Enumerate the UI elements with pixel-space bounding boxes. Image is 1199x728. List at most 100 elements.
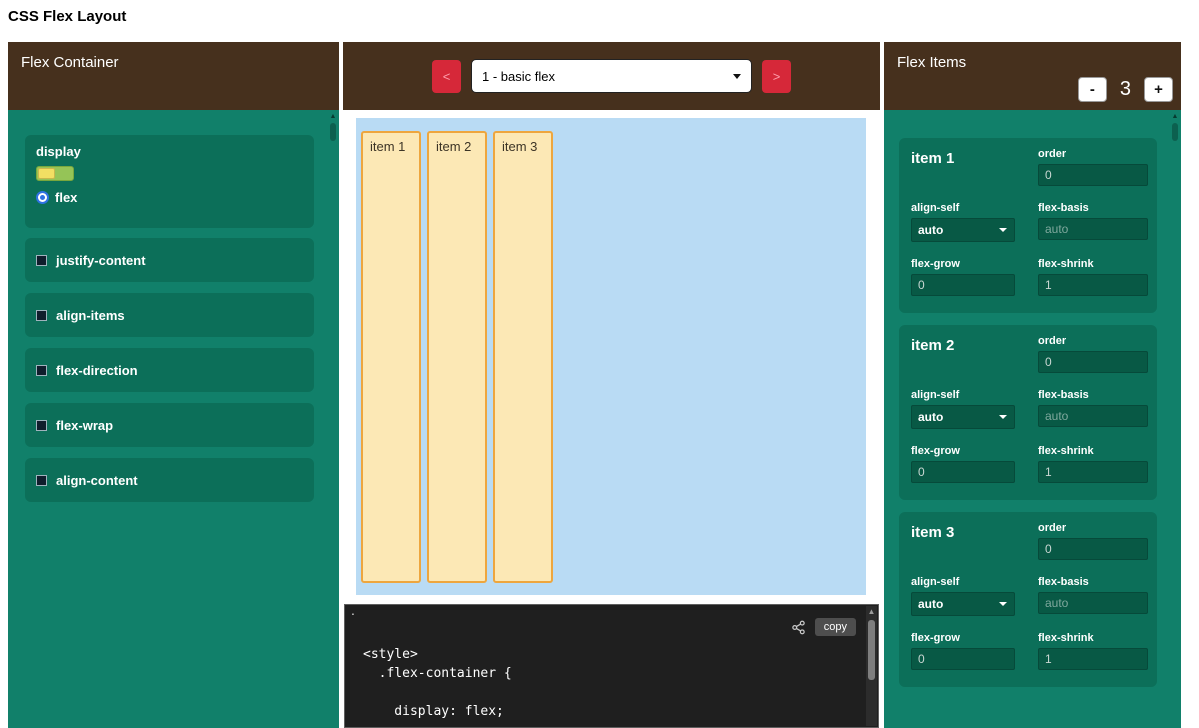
flex-shrink-label: flex-shrink xyxy=(1038,258,1148,270)
align-content-checkbox[interactable] xyxy=(36,475,47,486)
align-self-select-wrap: auto xyxy=(911,218,1015,242)
item-card-title: item 3 xyxy=(911,522,1038,541)
item-count-controls: - 3 + xyxy=(1078,77,1173,102)
page: CSS Flex Layout Flex Container display f… xyxy=(0,0,1199,728)
property-card-flex-wrap[interactable]: flex-wrap xyxy=(25,403,314,447)
align-self-select[interactable]: auto xyxy=(912,406,1014,428)
flex-basis-input[interactable] xyxy=(1038,592,1148,614)
flex-grow-label: flex-grow xyxy=(911,632,1038,644)
flex-shrink-input[interactable] xyxy=(1038,274,1148,296)
flex-direction-label: flex-direction xyxy=(56,363,138,378)
code-bullet: . xyxy=(351,602,355,618)
item-card-1: item 1 order align-self auto xyxy=(899,138,1157,313)
property-card-flex-direction[interactable]: flex-direction xyxy=(25,348,314,392)
align-self-select[interactable]: auto xyxy=(912,219,1014,241)
justify-content-checkbox[interactable] xyxy=(36,255,47,266)
flex-shrink-input[interactable] xyxy=(1038,461,1148,483)
add-item-button[interactable]: + xyxy=(1144,77,1173,102)
flex-grow-input[interactable] xyxy=(911,648,1015,670)
item-card-2: item 2 order align-self auto xyxy=(899,325,1157,500)
property-card-align-items[interactable]: align-items xyxy=(25,293,314,337)
flex-radio[interactable] xyxy=(36,191,49,204)
flex-container-panel: Flex Container display flex justify-cont… xyxy=(8,42,339,728)
display-toggle[interactable] xyxy=(36,166,74,181)
flex-container-body: display flex justify-content align-items xyxy=(8,110,339,728)
flex-radio-row[interactable]: flex xyxy=(36,190,303,205)
flex-container-title: Flex Container xyxy=(21,54,119,71)
order-input[interactable] xyxy=(1038,351,1148,373)
flex-grow-label: flex-grow xyxy=(911,258,1038,270)
flex-grow-input[interactable] xyxy=(911,461,1015,483)
code-content: <style> .flex-container { display: flex; xyxy=(363,645,512,721)
flex-shrink-label: flex-shrink xyxy=(1038,445,1148,457)
code-scroll-thumb[interactable] xyxy=(868,620,875,680)
flex-items-panel: Flex Items - 3 + item 1 order xyxy=(884,42,1181,728)
justify-content-label: justify-content xyxy=(56,253,146,268)
flex-item-2: item 2 xyxy=(427,131,487,583)
code-line xyxy=(363,683,512,702)
align-self-select[interactable]: auto xyxy=(912,593,1014,615)
order-label: order xyxy=(1038,335,1148,347)
next-example-button[interactable]: > xyxy=(762,60,791,93)
flex-radio-label: flex xyxy=(55,190,77,205)
scroll-up-icon[interactable]: ▲ xyxy=(328,112,338,122)
flex-items-body: item 1 order align-self auto xyxy=(884,110,1181,728)
item-count: 3 xyxy=(1120,78,1131,101)
flex-container-header: Flex Container xyxy=(8,42,339,110)
align-self-select-wrap: auto xyxy=(911,592,1015,616)
left-panel-scrollbar[interactable]: ▲ xyxy=(328,112,338,726)
flex-item-label: item 2 xyxy=(436,139,471,154)
item-card-title: item 2 xyxy=(911,335,1038,354)
flex-container-preview: item 1 item 2 item 3 xyxy=(356,118,866,595)
code-line: .flex-container { xyxy=(363,664,512,683)
prev-example-button[interactable]: < xyxy=(432,60,461,93)
flex-grow-input[interactable] xyxy=(911,274,1015,296)
flex-item-1: item 1 xyxy=(361,131,421,583)
remove-item-button[interactable]: - xyxy=(1078,77,1107,102)
flex-grow-label: flex-grow xyxy=(911,445,1038,457)
flex-item-label: item 1 xyxy=(370,139,405,154)
flex-direction-checkbox[interactable] xyxy=(36,365,47,376)
flex-items-title: Flex Items xyxy=(897,54,966,71)
scroll-up-icon[interactable]: ▲ xyxy=(1170,112,1180,122)
share-icon[interactable] xyxy=(791,620,806,635)
flex-basis-input[interactable] xyxy=(1038,405,1148,427)
flex-basis-label: flex-basis xyxy=(1038,202,1148,214)
order-label: order xyxy=(1038,522,1148,534)
order-input[interactable] xyxy=(1038,538,1148,560)
scroll-thumb[interactable] xyxy=(1172,123,1178,141)
code-scrollbar[interactable]: ▲ xyxy=(866,606,877,726)
property-card-justify-content[interactable]: justify-content xyxy=(25,238,314,282)
flex-basis-input[interactable] xyxy=(1038,218,1148,240)
flex-shrink-input[interactable] xyxy=(1038,648,1148,670)
display-label: display xyxy=(36,144,303,159)
example-select-wrap: 1 - basic flex xyxy=(471,59,752,93)
align-items-label: align-items xyxy=(56,308,125,323)
flex-shrink-label: flex-shrink xyxy=(1038,632,1148,644)
align-self-select-wrap: auto xyxy=(911,405,1015,429)
scroll-thumb[interactable] xyxy=(330,123,336,141)
page-title: CSS Flex Layout xyxy=(8,8,126,25)
flex-item-3: item 3 xyxy=(493,131,553,583)
align-content-label: align-content xyxy=(56,473,138,488)
toggle-knob-icon xyxy=(38,168,55,179)
flex-items-header: Flex Items - 3 + xyxy=(884,42,1181,110)
item-card-title: item 1 xyxy=(911,148,1038,167)
flex-item-label: item 3 xyxy=(502,139,537,154)
align-items-checkbox[interactable] xyxy=(36,310,47,321)
scroll-up-icon[interactable]: ▲ xyxy=(866,606,877,618)
order-label: order xyxy=(1038,148,1148,160)
flex-basis-label: flex-basis xyxy=(1038,576,1148,588)
example-select[interactable]: 1 - basic flex xyxy=(472,60,751,92)
display-card: display flex xyxy=(25,135,314,228)
align-self-label: align-self xyxy=(911,389,1038,401)
property-card-align-content[interactable]: align-content xyxy=(25,458,314,502)
flex-wrap-checkbox[interactable] xyxy=(36,420,47,431)
code-line: <style> xyxy=(363,645,512,664)
code-toolbar: copy xyxy=(791,618,856,636)
right-panel-scrollbar[interactable]: ▲ xyxy=(1170,112,1180,726)
copy-button[interactable]: copy xyxy=(815,618,856,636)
flex-wrap-label: flex-wrap xyxy=(56,418,113,433)
order-input[interactable] xyxy=(1038,164,1148,186)
align-self-label: align-self xyxy=(911,202,1038,214)
